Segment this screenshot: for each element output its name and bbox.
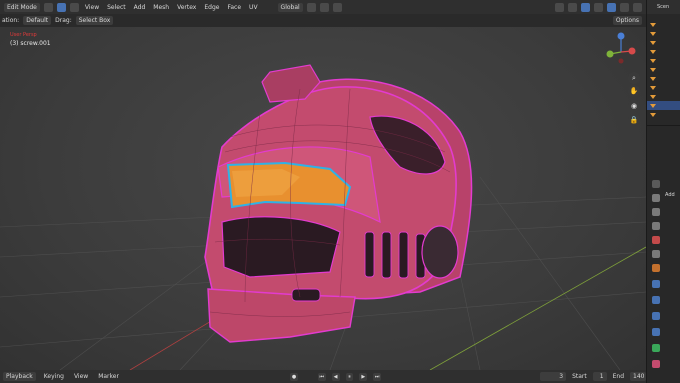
mesh-icon [650, 67, 656, 72]
zoom-icon[interactable]: ⌕ [628, 72, 640, 84]
mesh-icon [650, 58, 656, 63]
object-props-icon[interactable] [652, 264, 660, 272]
xray-toggle-icon[interactable] [581, 2, 590, 12]
menu-view[interactable]: View [83, 4, 101, 11]
constraints-props-icon[interactable] [652, 328, 660, 336]
neg-z-axis-handle [618, 58, 624, 64]
outliner-row[interactable] [647, 29, 680, 38]
outliner-row[interactable] [647, 92, 680, 101]
start-label: Start [572, 373, 587, 380]
shading-material-icon[interactable] [620, 2, 629, 12]
mesh-icon [650, 112, 656, 117]
vertex-select-icon[interactable] [43, 2, 53, 12]
timeline-bar: Playback Keying View Marker ● ⏮ ◀ ⏸ ▶ ⏭ … [0, 370, 647, 383]
pause-icon[interactable]: ⏸ [345, 372, 354, 381]
end-label: End [612, 373, 625, 380]
playback-menu[interactable]: Playback [3, 372, 36, 381]
shading-wireframe-icon[interactable] [594, 2, 603, 12]
step-forward-icon[interactable]: ▶ [359, 372, 368, 381]
menu-face[interactable]: Face [225, 4, 243, 11]
menu-select[interactable]: Select [105, 4, 128, 11]
start-frame-field[interactable]: 1 [592, 372, 607, 381]
render-props-icon[interactable] [652, 194, 660, 202]
outliner-row-selected[interactable] [647, 101, 680, 110]
world-props-icon[interactable] [652, 250, 660, 258]
pivot-icon[interactable] [306, 2, 316, 12]
view-label: User Persp [10, 32, 37, 38]
data-props-icon[interactable] [652, 344, 660, 352]
drag-label: Drag: [55, 17, 72, 24]
camera-view-icon[interactable]: ◉ [628, 100, 640, 112]
lock-icon[interactable]: 🔒 [628, 114, 640, 126]
3d-viewport[interactable]: User Persp (3) screw.001 ⌕ ✋ ◉ 🔒 [0, 27, 646, 370]
menu-add[interactable]: Add [132, 4, 148, 11]
orientation-label: ation: [2, 17, 20, 24]
physics-props-icon[interactable] [652, 312, 660, 320]
mesh-icon [650, 49, 656, 54]
menu-uv[interactable]: UV [247, 4, 260, 11]
gizmo-toggle-icon[interactable] [555, 2, 564, 12]
navigation-gizmo[interactable] [604, 32, 638, 66]
scene-props-icon[interactable] [652, 236, 660, 244]
options-dropdown[interactable]: Options [612, 16, 642, 25]
current-frame-field[interactable]: 3 [540, 372, 567, 381]
mesh-icon [650, 76, 656, 81]
step-back-icon[interactable]: ◀ [331, 372, 340, 381]
mesh-icon [650, 103, 656, 108]
snap-icon[interactable] [319, 2, 329, 12]
edge-select-icon[interactable] [56, 2, 66, 12]
mesh-icon [650, 85, 656, 90]
shading-rendered-icon[interactable] [633, 2, 642, 12]
tool-props-icon[interactable] [652, 180, 660, 188]
y-axis-handle [606, 50, 614, 58]
overlay-toggle-icon[interactable] [568, 2, 577, 12]
view-layer-props-icon[interactable] [652, 222, 660, 230]
orientation-dropdown[interactable]: Default [23, 16, 52, 25]
right-panel: Scen Add [646, 0, 680, 383]
keying-menu[interactable]: Keying [42, 373, 66, 380]
add-label[interactable]: Add [665, 192, 675, 198]
marker-menu[interactable]: Marker [96, 373, 121, 380]
tool-options-bar: ation: Default Drag: Select Box Options [0, 14, 646, 27]
end-frame-field[interactable]: 140 [630, 372, 647, 381]
jump-start-icon[interactable]: ⏮ [317, 372, 326, 381]
outliner-row[interactable] [647, 83, 680, 92]
face-select-icon[interactable] [69, 2, 79, 12]
output-props-icon[interactable] [652, 208, 660, 216]
menu-vertex[interactable]: Vertex [175, 4, 198, 11]
mode-selector[interactable]: Edit Mode [4, 2, 40, 12]
viewport-scene [0, 64, 646, 370]
viewport-info: User Persp (3) screw.001 [10, 32, 51, 47]
outliner-row[interactable] [647, 110, 680, 119]
header-bar: Edit Mode View Select Add Mesh Vertex Ed… [0, 0, 646, 14]
scene-header: Scen [647, 0, 680, 14]
outliner-row[interactable] [647, 56, 680, 65]
shading-solid-icon[interactable] [607, 2, 616, 12]
outliner-row[interactable] [647, 47, 680, 56]
x-axis-handle [628, 47, 636, 55]
proportional-edit-icon[interactable] [332, 2, 342, 12]
jump-end-icon[interactable]: ⏭ [373, 372, 382, 381]
mesh-icon [650, 31, 656, 36]
outliner-row[interactable] [647, 20, 680, 29]
view-menu[interactable]: View [72, 373, 90, 380]
z-axis-handle [617, 32, 625, 40]
mesh-icon [650, 22, 656, 27]
record-icon[interactable]: ● [290, 372, 298, 381]
outliner-row[interactable] [647, 65, 680, 74]
pan-hand-icon[interactable]: ✋ [628, 85, 640, 97]
menu-edge[interactable]: Edge [202, 4, 221, 11]
outliner-row[interactable] [647, 38, 680, 47]
menu-mesh[interactable]: Mesh [151, 4, 171, 11]
modifier-props-icon[interactable] [652, 280, 660, 288]
particles-props-icon[interactable] [652, 296, 660, 304]
helmet-mesh [204, 64, 473, 343]
mesh-icon [650, 40, 656, 45]
transform-orientation-dropdown[interactable]: Global [277, 2, 303, 12]
mesh-icon [650, 94, 656, 99]
drag-dropdown[interactable]: Select Box [75, 16, 114, 25]
material-props-icon[interactable] [652, 360, 660, 368]
outliner-row[interactable] [647, 74, 680, 83]
active-object-label: (3) screw.001 [10, 40, 51, 47]
